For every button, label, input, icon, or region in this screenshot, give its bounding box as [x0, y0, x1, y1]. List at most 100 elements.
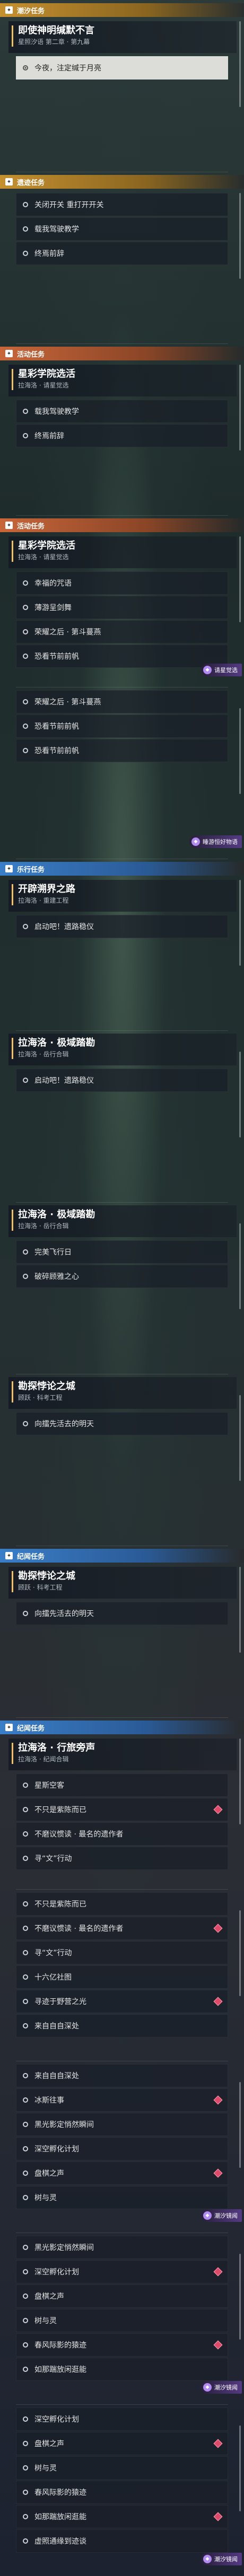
- objective-item[interactable]: 启动吧！遗路稳仪: [16, 915, 228, 938]
- objective-item[interactable]: 来自自自深处: [16, 2064, 228, 2087]
- objective-item[interactable]: 向擂先活去的明天: [16, 1602, 228, 1625]
- scrollbar[interactable]: [239, 536, 241, 622]
- objective-label: 不磨议惯读 · 最名的遗作者: [34, 1830, 124, 1839]
- objective-item[interactable]: 载我驾驶教学: [16, 217, 228, 241]
- objective-item[interactable]: 恐看节前前帆: [16, 714, 228, 738]
- objective-item[interactable]: 春风际影的猿迹: [16, 2333, 228, 2357]
- scrollbar[interactable]: [239, 193, 241, 279]
- objective-item[interactable]: 恐看节前前帆: [16, 645, 228, 668]
- quest-title-card[interactable]: 即使神明缄默不言 星照汐语 第二章 · 第九幕: [8, 21, 237, 53]
- objective-item[interactable]: 终焉前辞: [16, 424, 228, 447]
- objective-item[interactable]: 如那踹放闲逛能: [16, 2358, 228, 2381]
- objective-item[interactable]: 向擂先活去的明天: [16, 1412, 228, 1435]
- objective-item[interactable]: 荣耀之后 · 第斗蔓燕: [16, 690, 228, 713]
- objective-marker-icon: [23, 1249, 28, 1255]
- objective-item[interactable]: 不磨议惯读 · 最名的遗作者: [16, 1822, 228, 1846]
- quest-title-card[interactable]: 勘探悖论之城 顾跃 · 科考工程: [8, 1567, 237, 1599]
- objective-item[interactable]: 寻“文”行动: [16, 1847, 228, 1870]
- scrollbar[interactable]: [239, 2254, 241, 2340]
- badge-label: 请星觉选: [214, 667, 238, 674]
- objective-item[interactable]: 树与灵: [16, 2309, 228, 2332]
- section-header: ✦ 纪闻任务: [0, 1549, 244, 1563]
- objective-item[interactable]: 黑光影定悄然瞬间: [16, 2113, 228, 2136]
- objective-item[interactable]: 终焉前辞: [16, 242, 228, 265]
- tracking-diamond-icon: [213, 2439, 223, 2448]
- objective-item[interactable]: 完美飞行日: [16, 1240, 228, 1264]
- objective-item[interactable]: 虚照通缘到迹谈: [16, 2529, 228, 2553]
- objective-item[interactable]: 薄游呈剑舞: [16, 596, 228, 619]
- objective-item[interactable]: 载我驾驶教学: [16, 400, 228, 423]
- objective-item[interactable]: 幸福的咒语: [16, 571, 228, 595]
- badge-icon: ◆: [203, 2383, 212, 2392]
- quest-title: 拉海洛 · 极域踏勘: [18, 1037, 95, 1048]
- active-objective[interactable]: 今夜，注定缄于月亮: [16, 56, 228, 80]
- objective-label: 今夜，注定缄于月亮: [34, 64, 101, 73]
- objective-label: 春风际影的猿迹: [34, 2341, 86, 2350]
- event-badge[interactable]: ◆ 潮汐镜闻: [201, 2381, 242, 2394]
- objective-item[interactable]: 来自自自深处: [16, 2014, 228, 2037]
- quest-title-card[interactable]: 星彩学院选活 拉海洛 · 请星觉选: [8, 536, 237, 568]
- event-badge[interactable]: ◆ 潮汐镜闻: [201, 2553, 242, 2565]
- objective-item[interactable]: 荣耀之后 · 第斗蔓燕: [16, 620, 228, 643]
- objective-item[interactable]: 黑光影定悄然瞬间: [16, 2236, 228, 2259]
- objective-item[interactable]: 破碎顾雅之心: [16, 1265, 228, 1288]
- quest-title-card[interactable]: 拉海洛 · 极域踏勘 拉海洛 · 岳行合辑: [8, 1034, 237, 1065]
- objective-item[interactable]: 冰斯往事: [16, 2088, 228, 2112]
- badge-icon: ◆: [203, 2555, 212, 2563]
- objective-label: 盘棋之声: [34, 2169, 64, 2178]
- objective-item[interactable]: 星斯空客: [16, 1774, 228, 1797]
- quest-title-card[interactable]: 拉海洛 · 极域踏勘 拉海洛 · 岳行合辑: [8, 1205, 237, 1237]
- objective-item[interactable]: 寻迹于野营之光: [16, 1990, 228, 2013]
- objective-item[interactable]: 启动吧！遗路稳仪: [16, 1069, 228, 1092]
- objective-marker-icon: [23, 2514, 28, 2519]
- section-header: ✦ 乐行任务: [0, 862, 244, 876]
- scrollbar[interactable]: [239, 21, 241, 107]
- objective-item[interactable]: 树与灵: [16, 2456, 228, 2480]
- quest-title-card[interactable]: 勘探悖论之城 顾跃 · 科考工程: [8, 1377, 237, 1409]
- scrollbar[interactable]: [239, 1052, 241, 1137]
- objective-marker-icon: [23, 409, 28, 414]
- objective-label: 黑光影定悄然瞬间: [34, 2121, 94, 2129]
- objective-item[interactable]: 寻“文”行动: [16, 1941, 228, 1964]
- scrollbar[interactable]: [239, 880, 241, 966]
- objective-item[interactable]: 深空孵化计划: [16, 2407, 228, 2431]
- objective-item[interactable]: 盘棋之声: [16, 2432, 228, 2455]
- quest-subtitle: 顾跃 · 科考工程: [18, 1584, 63, 1591]
- objective-item[interactable]: 深空孵化计划: [16, 2260, 228, 2283]
- tracking-diamond-icon: [213, 1805, 223, 1814]
- scrollbar[interactable]: [239, 1910, 241, 1996]
- section-label: 活动任务: [17, 350, 45, 359]
- objective-item[interactable]: 深空孵化计划: [16, 2137, 228, 2160]
- event-badge[interactable]: ◆ 潮汐镜闻: [201, 2209, 242, 2222]
- objective-item[interactable]: 关闭开关 重打开开关: [16, 193, 228, 216]
- objective-item[interactable]: 不只是紫陈而已: [16, 1892, 228, 1916]
- scrollbar[interactable]: [239, 708, 241, 794]
- quest-title-card[interactable]: 星彩学院选活 拉海洛 · 请星觉选: [8, 365, 237, 396]
- quest-title-card[interactable]: 开辟溯界之路 拉海洛 · 重建工程: [8, 880, 237, 912]
- quest-title-card[interactable]: 拉海洛 · 行旅旁声 拉海洛 · 纪闻合辑: [8, 1739, 237, 1770]
- objective-label: 冰斯往事: [34, 2096, 64, 2105]
- objective-label: 启动吧！遗路稳仪: [34, 923, 94, 931]
- scrollbar[interactable]: [239, 2425, 241, 2511]
- scrollbar[interactable]: [239, 365, 241, 451]
- scrollbar[interactable]: [239, 1567, 241, 1653]
- objective-item[interactable]: 春风际影的猿迹: [16, 2481, 228, 2504]
- scrollbar[interactable]: [239, 1395, 241, 1481]
- tracking-diamond-icon: [213, 1924, 223, 1933]
- event-badge[interactable]: ◆ 睡游恒好物语: [189, 835, 242, 848]
- scrollbar[interactable]: [239, 1739, 241, 1824]
- objective-label: 树与灵: [34, 2317, 57, 2325]
- objective-item[interactable]: 盘棋之声: [16, 2162, 228, 2185]
- section-icon: ✦: [5, 1552, 13, 1559]
- event-badge[interactable]: ◆ 请星觉选: [201, 664, 242, 676]
- scrollbar[interactable]: [239, 2082, 241, 2168]
- objective-item[interactable]: 不只是紫陈而已: [16, 1798, 228, 1821]
- objective-item[interactable]: 如那踹放闲逛能: [16, 2505, 228, 2528]
- objective-item[interactable]: 恐看节前前帆: [16, 739, 228, 762]
- objective-item[interactable]: 不磨议惯读 · 最名的遗作者: [16, 1917, 228, 1940]
- objective-item[interactable]: 十六亿社图: [16, 1965, 228, 1989]
- scrollbar[interactable]: [239, 1223, 241, 1309]
- objective-label: 破碎顾雅之心: [34, 1273, 79, 1281]
- objective-item[interactable]: 树与灵: [16, 2186, 228, 2209]
- objective-item[interactable]: 盘棋之声: [16, 2284, 228, 2308]
